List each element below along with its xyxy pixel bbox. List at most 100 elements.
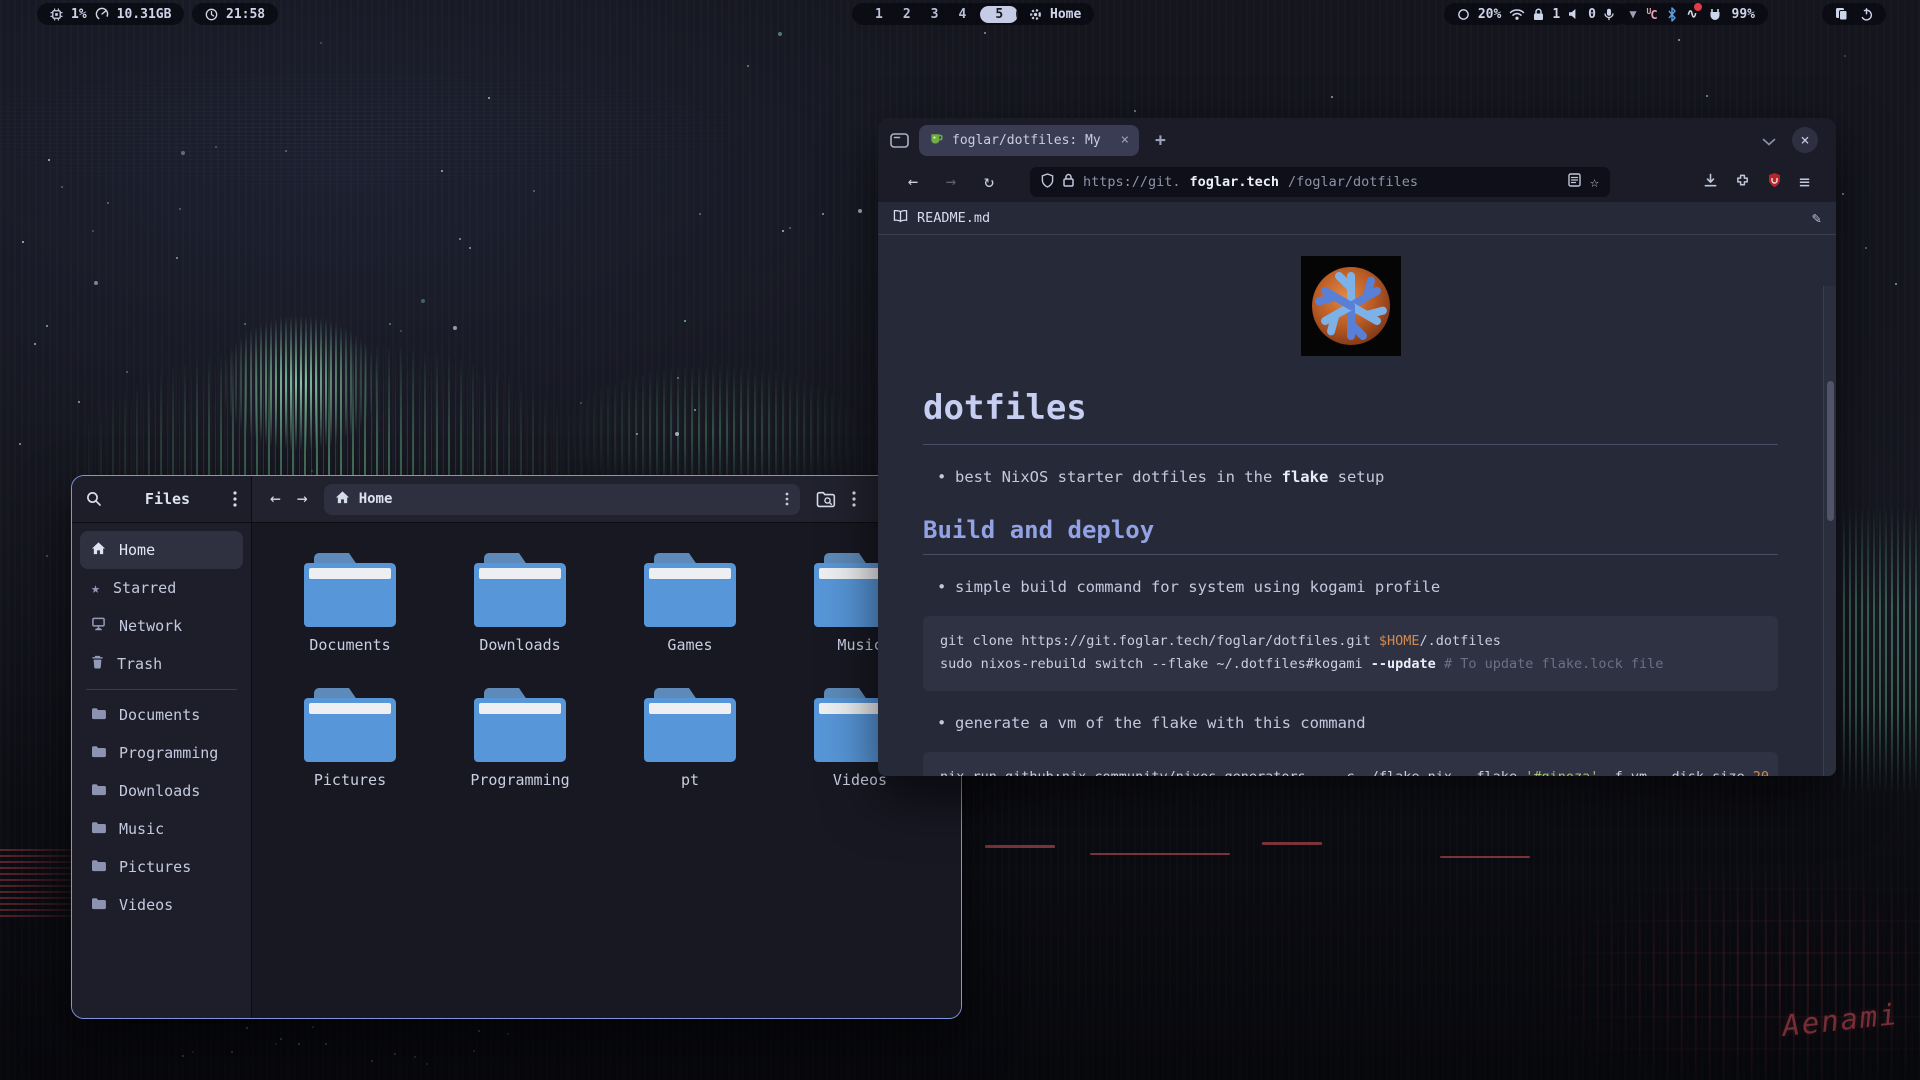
wallpaper-scanlines — [0, 66, 940, 196]
readme-body: dotfiles best NixOS starter dotfiles in … — [878, 235, 1823, 776]
workspace-3[interactable]: 3 — [921, 7, 949, 22]
gitea-cup-favicon — [929, 131, 944, 150]
readme-filename: README.md — [917, 210, 990, 226]
sidebar-item-home[interactable]: Home — [80, 531, 243, 569]
notification-tray-icon[interactable]: ∿ — [1687, 7, 1698, 22]
back-button[interactable]: ← — [270, 490, 281, 508]
workspace-1[interactable]: 1 — [865, 7, 893, 22]
forward-button[interactable]: → — [297, 490, 308, 508]
bookmark-star-icon[interactable]: ☆ — [1590, 173, 1599, 191]
sidebar-item-downloads[interactable]: Downloads — [80, 772, 243, 810]
readme-title: dotfiles — [923, 388, 1778, 445]
book-icon — [893, 209, 908, 227]
speaker-icon — [1568, 8, 1580, 20]
window-close-button[interactable]: × — [1792, 127, 1818, 153]
workspace-4[interactable]: 4 — [948, 7, 976, 22]
memory-usage: 10.31GB — [117, 7, 172, 22]
folder-label: Documents — [285, 636, 415, 654]
sidebar-item-trash[interactable]: Trash — [80, 645, 243, 683]
search-folder-icon[interactable] — [816, 491, 836, 508]
browser-window: foglar/dotfiles: My × + × ← → ↻ https://… — [878, 118, 1836, 776]
hamburger-menu-icon[interactable]: ≡ — [1799, 172, 1810, 193]
code-block-vm[interactable]: nix run github:nix-community/nixos-gener… — [923, 752, 1778, 776]
system-tray-widget[interactable]: ▼ UC ∿ 99% — [1616, 3, 1768, 25]
folder-icon — [91, 858, 106, 876]
tab-close-icon[interactable]: × — [1121, 132, 1129, 148]
mode-widget[interactable]: Home — [1016, 3, 1094, 25]
clock-widget[interactable]: 21:58 — [192, 3, 278, 25]
search-icon[interactable] — [86, 491, 102, 507]
reader-mode-icon[interactable] — [1568, 173, 1581, 191]
folder-item[interactable]: Downloads — [455, 553, 585, 654]
network-tray-icon[interactable]: ▼ — [1629, 7, 1636, 21]
sidebar-item-starred[interactable]: ★ Starred — [80, 569, 243, 607]
scrollbar-thumb[interactable] — [1827, 381, 1834, 521]
quick-settings-widget[interactable]: 20% 1 0 — [1444, 3, 1627, 25]
folder-icon — [304, 688, 396, 762]
path-kebab-icon[interactable] — [785, 492, 789, 506]
new-tab-button[interactable]: + — [1155, 130, 1166, 151]
ublock-origin-icon[interactable] — [1767, 172, 1782, 192]
memory-gauge-icon — [95, 7, 109, 21]
path-bar[interactable]: Home — [324, 484, 800, 515]
reload-icon[interactable]: ↻ — [972, 172, 1006, 192]
url-path: /foglar/dotfiles — [1288, 174, 1418, 190]
readme-vm-bullet: generate a vm of the flake with this com… — [935, 711, 1778, 736]
browser-back-button[interactable]: ← — [896, 172, 930, 192]
sidebar-item-documents[interactable]: Documents — [80, 696, 243, 734]
browser-tab-active[interactable]: foglar/dotfiles: My × — [919, 125, 1139, 156]
folder-icon — [91, 782, 106, 800]
folder-icon — [91, 706, 106, 724]
extensions-icon[interactable] — [1735, 173, 1750, 192]
power-widget — [1822, 3, 1886, 25]
bluetooth-icon[interactable] — [1667, 7, 1677, 22]
folder-item[interactable]: Games — [625, 553, 755, 654]
view-menu-icon[interactable] — [852, 491, 856, 507]
folder-item[interactable]: Pictures — [285, 688, 415, 789]
repo-readme-view: README.md ✎ dotfiles — [878, 202, 1836, 776]
files-headerbar: Files ← → Home — [72, 476, 961, 523]
firefox-view-icon[interactable] — [890, 133, 909, 148]
files-body: Home ★ Starred Network Trash Documents — [72, 523, 961, 1018]
browser-tab-bar: foglar/dotfiles: My × + × — [878, 118, 1836, 162]
folder-icon — [91, 820, 106, 838]
system-stats-widget[interactable]: 1% 10.31GB — [37, 3, 184, 25]
browser-scrollbar[interactable] — [1823, 286, 1836, 776]
edit-pencil-icon[interactable]: ✎ — [1812, 209, 1821, 227]
red-dash — [985, 845, 1055, 848]
sidebar-label: Videos — [119, 896, 173, 914]
folder-item[interactable]: Documents — [285, 553, 415, 654]
workspace-switcher: 1 2 3 4 5 — [852, 3, 1035, 25]
browser-forward-button[interactable]: → — [934, 172, 968, 192]
url-scheme: https://git. — [1083, 174, 1181, 190]
workspace-2[interactable]: 2 — [893, 7, 921, 22]
sidebar-item-pictures[interactable]: Pictures — [80, 848, 243, 886]
nixos-logo — [1301, 256, 1401, 356]
folder-icon — [474, 553, 566, 627]
clipboard-icon[interactable] — [1835, 7, 1848, 21]
gear-icon — [1029, 8, 1042, 21]
sidebar-item-network[interactable]: Network — [80, 607, 243, 645]
clock-time: 21:58 — [226, 7, 265, 22]
downloads-icon[interactable] — [1703, 173, 1718, 192]
power-icon[interactable] — [1860, 8, 1873, 21]
kebab-menu-icon[interactable] — [233, 491, 237, 507]
workspace-5-active[interactable]: 5 — [980, 6, 1018, 23]
shield-icon — [1041, 173, 1054, 192]
files-window: Files ← → Home Home ★ Starred — [71, 475, 962, 1019]
sidebar-label: Home — [119, 541, 155, 559]
sidebar-item-videos[interactable]: Videos — [80, 886, 243, 924]
sidebar-label: Music — [119, 820, 164, 838]
code-block-clone[interactable]: git clone https://git.foglar.tech/foglar… — [923, 616, 1778, 691]
folder-item[interactable]: Programming — [455, 688, 585, 789]
battery-value: 99% — [1732, 7, 1755, 22]
network-icon — [91, 617, 106, 635]
sidebar-item-music[interactable]: Music — [80, 810, 243, 848]
sidebar-item-programming[interactable]: Programming — [80, 734, 243, 772]
battery-charging-icon — [1708, 8, 1722, 21]
uc-tray-icon[interactable]: UC — [1647, 7, 1657, 22]
list-tabs-chevron-icon[interactable] — [1762, 131, 1776, 150]
url-bar[interactable]: https://git.foglar.tech/foglar/dotfiles … — [1030, 167, 1610, 197]
folder-item[interactable]: pt — [625, 688, 755, 789]
star-icon: ★ — [91, 579, 100, 597]
